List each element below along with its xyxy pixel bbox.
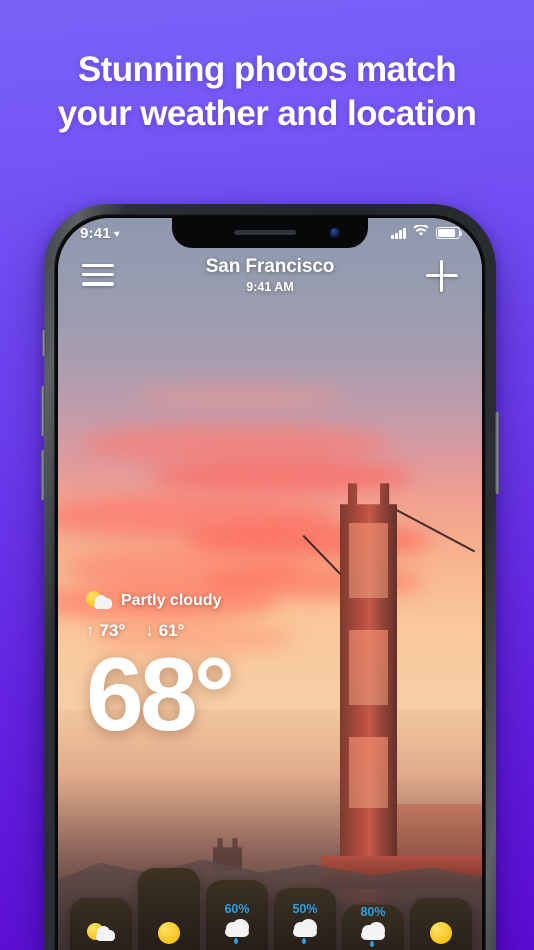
plus-icon[interactable] [426,260,458,292]
volume-up-button[interactable] [41,386,45,436]
hourly-card[interactable]: 63°2PM [410,898,472,950]
hourly-forecast-strip[interactable]: 68°Now73°10AM60%71°11AM50%66°12PM80%60°1… [58,810,482,950]
bridge-tower-opening [348,736,388,809]
promo-headline: Stunning photos match your weather and l… [0,48,534,137]
hourly-weather-icon [358,922,388,950]
hourly-card[interactable]: 80%60°1PM [342,905,404,950]
partly-cloudy-icon [86,590,112,612]
local-time: 9:41 AM [246,280,294,294]
condition-text: Partly cloudy [121,592,222,609]
hourly-weather-icon [156,921,182,950]
headline-line-1: Stunning photos match [77,50,457,89]
hourly-weather-icon [87,921,115,950]
partly-cloudy-icon [87,921,115,945]
hamburger-menu-icon[interactable] [82,256,114,286]
hourly-weather-icon [428,921,454,950]
cellular-bars-icon [391,227,406,239]
bridge-cable [392,507,476,553]
hourly-card[interactable]: 60%71°11AM [206,880,268,950]
bridge-tower-opening [348,522,388,599]
hourly-weather-icon [222,919,252,950]
headline-line-2: your weather and location [57,94,477,134]
location-arrow-icon [113,229,122,237]
precipitation-chance: 60% [224,902,250,916]
phone-bezel: 9:41 San Francisco 9:41 AM Partly cloudy… [54,214,486,950]
volume-down-button[interactable] [41,450,45,500]
status-bar: 9:41 [58,218,482,248]
hourly-weather-icon [290,919,320,950]
current-conditions: Partly cloudy ↑ 73° ↓ 61° 68° [86,590,235,753]
current-temperature: 68° [86,637,235,753]
hourly-card[interactable]: 50%66°12PM [274,888,336,950]
phone-screen: 9:41 San Francisco 9:41 AM Partly cloudy… [58,218,482,950]
mute-switch[interactable] [42,330,46,356]
power-button[interactable] [495,412,499,494]
status-bar-right [391,224,463,242]
sunny-icon [428,921,454,945]
precipitation-chance: 80% [360,905,386,919]
hourly-card[interactable]: 73°10AM [138,868,200,950]
rain-cloud-icon [358,922,388,948]
battery-full-icon [436,227,463,239]
rain-cloud-icon [290,919,320,945]
condition-row: Partly cloudy [86,590,231,612]
phone-mockup: 9:41 San Francisco 9:41 AM Partly cloudy… [41,204,499,950]
page-title: San Francisco [205,256,335,277]
sunny-icon [156,921,182,945]
wifi-icon [413,224,429,242]
status-bar-left: 9:41 [80,224,122,242]
precipitation-chance: 50% [292,902,318,916]
bridge-cable [302,534,346,579]
hourly-card[interactable]: 68°Now [70,898,132,950]
status-bar-time: 9:41 [80,224,111,242]
app-navigation-bar: San Francisco 9:41 AM [58,256,482,304]
rain-cloud-icon [222,919,252,945]
bridge-tower-opening [348,629,388,706]
location-header[interactable]: San Francisco 9:41 AM [114,256,426,294]
